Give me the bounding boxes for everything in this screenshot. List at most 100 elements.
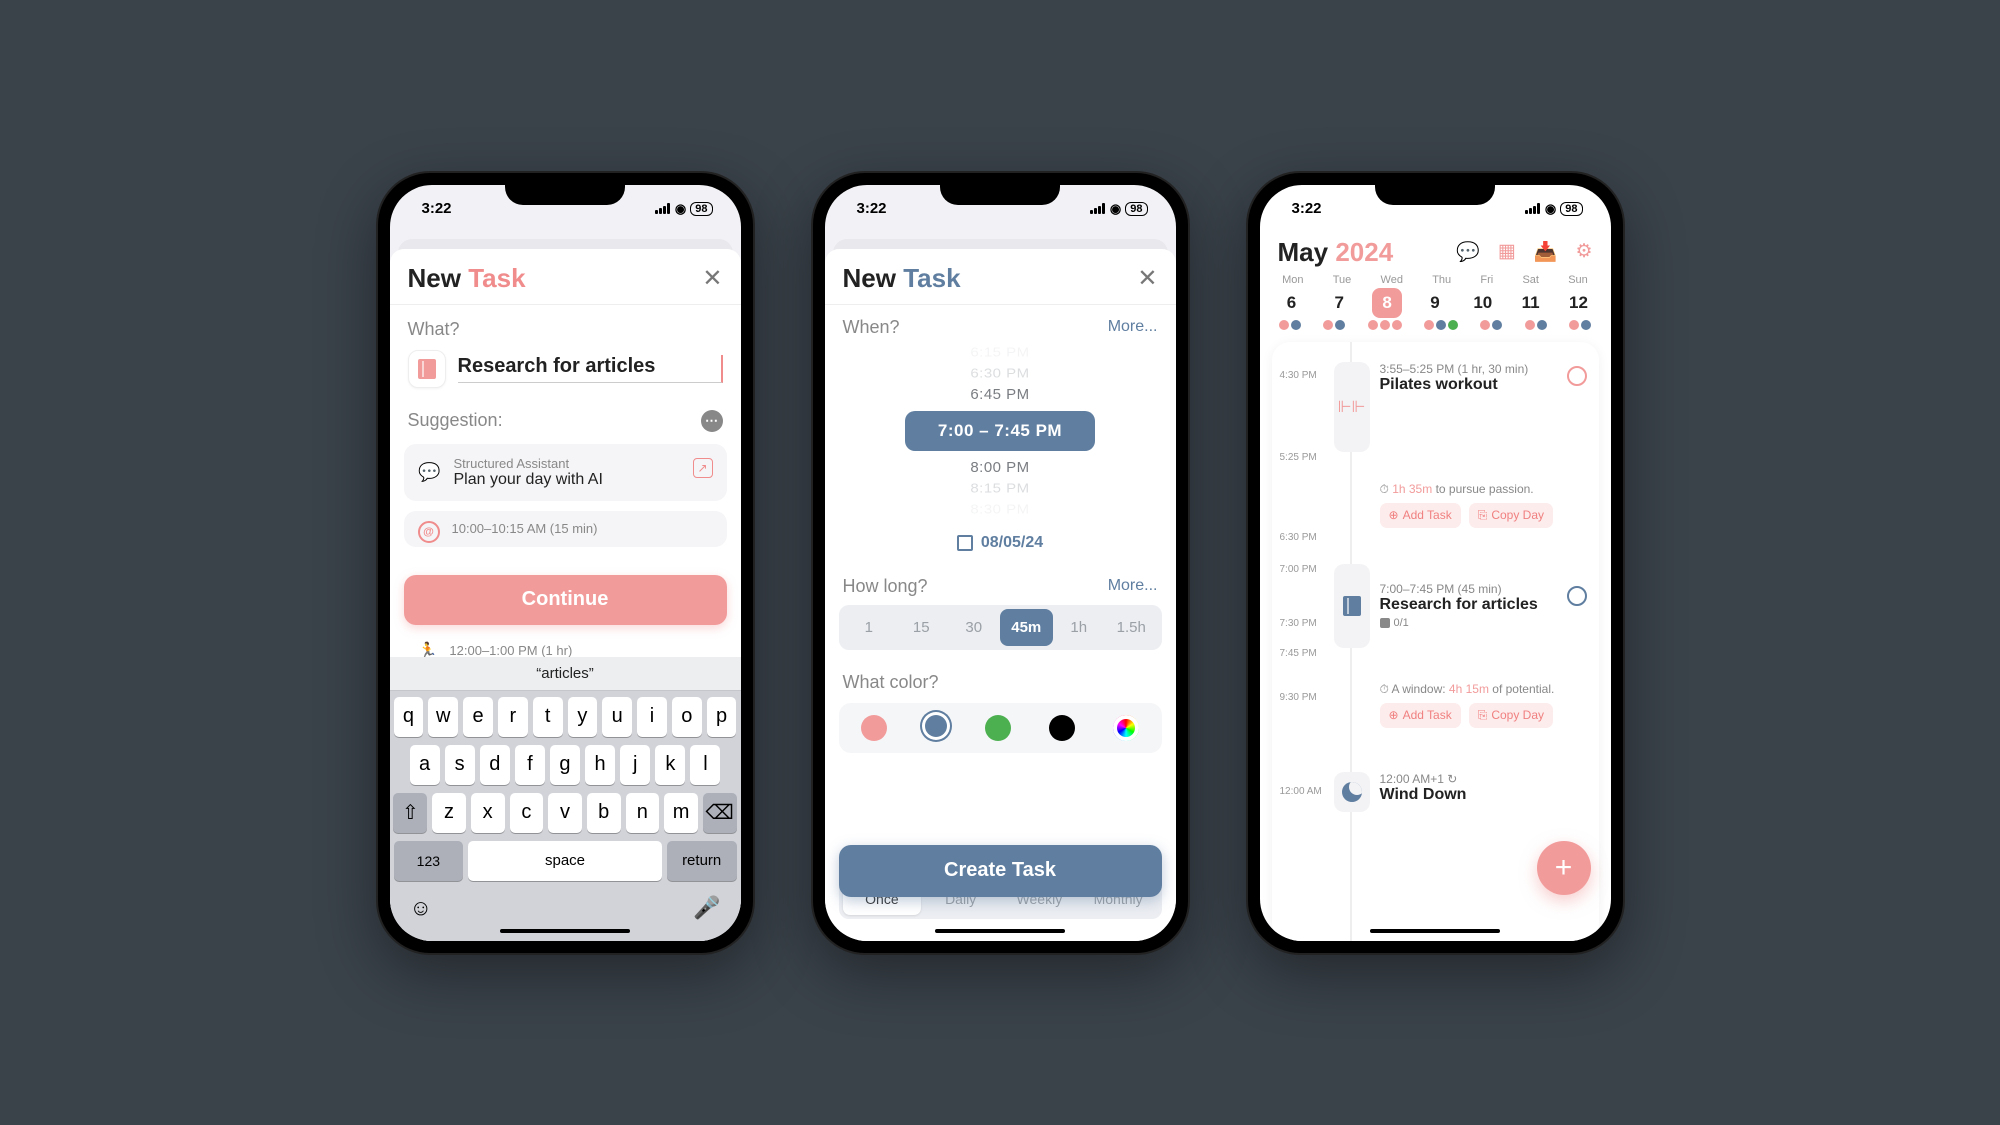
add-fab[interactable]: + [1537, 841, 1591, 895]
calendar-view-icon[interactable]: ▦ [1498, 240, 1516, 264]
task-icon-button[interactable] [408, 350, 446, 388]
key-x[interactable]: x [471, 793, 505, 833]
key-s[interactable]: s [445, 745, 475, 785]
checkbox-icon [1380, 618, 1390, 628]
wifi-icon: ◉ [1110, 201, 1121, 217]
key-u[interactable]: u [602, 697, 632, 737]
event-pilates[interactable]: 3:55–5:25 PM (1 hr, 30 min) Pilates work… [1380, 362, 1587, 394]
home-indicator[interactable] [935, 929, 1065, 933]
date-6[interactable]: 6 [1276, 288, 1306, 318]
time-option[interactable]: 6:30 PM [825, 364, 1176, 382]
duration-1.5h[interactable]: 1.5h [1105, 609, 1158, 646]
key-p[interactable]: p [707, 697, 737, 737]
when-label: When? [843, 317, 900, 338]
key-k[interactable]: k [655, 745, 685, 785]
home-indicator[interactable] [1370, 929, 1500, 933]
color-green[interactable] [985, 715, 1011, 741]
key-f[interactable]: f [515, 745, 545, 785]
key-n[interactable]: n [626, 793, 660, 833]
event-research[interactable]: 7:00–7:45 PM (45 min) Research for artic… [1380, 582, 1587, 629]
sheet-title: New Task [843, 263, 961, 294]
color-pink[interactable] [861, 715, 887, 741]
color-black[interactable] [1049, 715, 1075, 741]
key-b[interactable]: b [587, 793, 621, 833]
key-m[interactable]: m [664, 793, 698, 833]
key-y[interactable]: y [568, 697, 598, 737]
color-custom[interactable] [1113, 715, 1139, 741]
duration-45m[interactable]: 45m [1000, 609, 1053, 646]
key-v[interactable]: v [548, 793, 582, 833]
time-option[interactable]: 8:30 PM [825, 500, 1176, 518]
date-11[interactable]: 11 [1516, 288, 1546, 318]
chat-icon[interactable]: 💬 [1456, 240, 1480, 264]
keyboard-suggestion[interactable]: “articles” [390, 657, 741, 691]
key-123[interactable]: 123 [394, 841, 464, 881]
event1-complete-toggle[interactable] [1567, 366, 1587, 386]
howlong-more-link[interactable]: More... [1108, 577, 1158, 595]
time-option[interactable]: 6:45 PM [825, 384, 1176, 405]
home-indicator[interactable] [500, 929, 630, 933]
copy-day-button[interactable]: ⎘Copy Day [1469, 503, 1553, 528]
event2-complete-toggle[interactable] [1567, 586, 1587, 606]
settings-icon[interactable]: ⚙ [1575, 240, 1592, 264]
key-e[interactable]: e [463, 697, 493, 737]
key-a[interactable]: a [410, 745, 440, 785]
key-backspace[interactable]: ⌫ [703, 793, 737, 833]
continue-button[interactable]: Continue [404, 575, 727, 625]
key-d[interactable]: d [480, 745, 510, 785]
date-12[interactable]: 12 [1563, 288, 1593, 318]
duration-1[interactable]: 1 [843, 609, 896, 646]
key-q[interactable]: q [394, 697, 424, 737]
key-return[interactable]: return [667, 841, 737, 881]
key-o[interactable]: o [672, 697, 702, 737]
date-9[interactable]: 9 [1420, 288, 1450, 318]
add-task-button[interactable]: ⊕Add Task [1380, 503, 1461, 528]
status-icons: ◉ 98 [1090, 201, 1148, 217]
month-title[interactable]: May 2024 [1278, 237, 1394, 268]
key-j[interactable]: j [620, 745, 650, 785]
weekday-row: Mon Tue Wed Thu Fri Sat Sun [1260, 268, 1611, 288]
key-w[interactable]: w [428, 697, 458, 737]
duration-1h[interactable]: 1h [1053, 609, 1106, 646]
key-t[interactable]: t [533, 697, 563, 737]
duration-30[interactable]: 30 [948, 609, 1001, 646]
copy-day-button[interactable]: ⎘Copy Day [1469, 703, 1553, 728]
key-l[interactable]: l [690, 745, 720, 785]
time-slot-card-1[interactable]: @ 10:00–10:15 AM (15 min) [404, 511, 727, 547]
date-10[interactable]: 10 [1468, 288, 1498, 318]
calendar-header: May 2024 💬 ▦ 📥 ⚙ [1260, 233, 1611, 268]
time-selected[interactable]: 7:00 – 7:45 PM [905, 411, 1095, 451]
event-winddown[interactable]: 12:00 AM+1 ↻ Wind Down [1380, 772, 1587, 804]
key-g[interactable]: g [550, 745, 580, 785]
key-c[interactable]: c [510, 793, 544, 833]
when-more-link[interactable]: More... [1108, 318, 1158, 336]
event1-title: Pilates workout [1380, 376, 1587, 394]
inbox-icon[interactable]: 📥 [1534, 240, 1558, 264]
book-icon [1343, 596, 1361, 616]
time-option[interactable]: 8:00 PM [825, 457, 1176, 478]
time-option[interactable]: 6:15 PM [825, 343, 1176, 361]
date-button[interactable]: 08/05/24 [825, 520, 1176, 560]
key-h[interactable]: h [585, 745, 615, 785]
key-i[interactable]: i [637, 697, 667, 737]
emoji-button[interactable]: ☺ [410, 895, 432, 921]
signal-icon [655, 203, 671, 214]
close-button[interactable]: ✕ [702, 264, 722, 293]
date-8-today[interactable]: 8 [1372, 288, 1402, 318]
key-z[interactable]: z [432, 793, 466, 833]
task-name-input[interactable]: Research for articles [458, 355, 723, 383]
mic-button[interactable]: 🎤 [693, 895, 720, 921]
add-task-button[interactable]: ⊕Add Task [1380, 703, 1461, 728]
date-7[interactable]: 7 [1324, 288, 1354, 318]
ai-assistant-card[interactable]: 💬 Structured Assistant Plan your day wit… [404, 444, 727, 501]
color-blue-selected[interactable] [925, 715, 947, 737]
time-picker[interactable]: 6:15 PM 6:30 PM 6:45 PM 7:00 – 7:45 PM 8… [825, 342, 1176, 520]
close-button[interactable]: ✕ [1137, 264, 1157, 293]
create-task-button[interactable]: Create Task [839, 845, 1162, 897]
key-shift[interactable]: ⇧ [393, 793, 427, 833]
key-space[interactable]: space [468, 841, 662, 881]
key-r[interactable]: r [498, 697, 528, 737]
duration-15[interactable]: 15 [895, 609, 948, 646]
time-option[interactable]: 8:15 PM [825, 479, 1176, 497]
suggestion-more-button[interactable]: ⋯ [701, 410, 723, 432]
